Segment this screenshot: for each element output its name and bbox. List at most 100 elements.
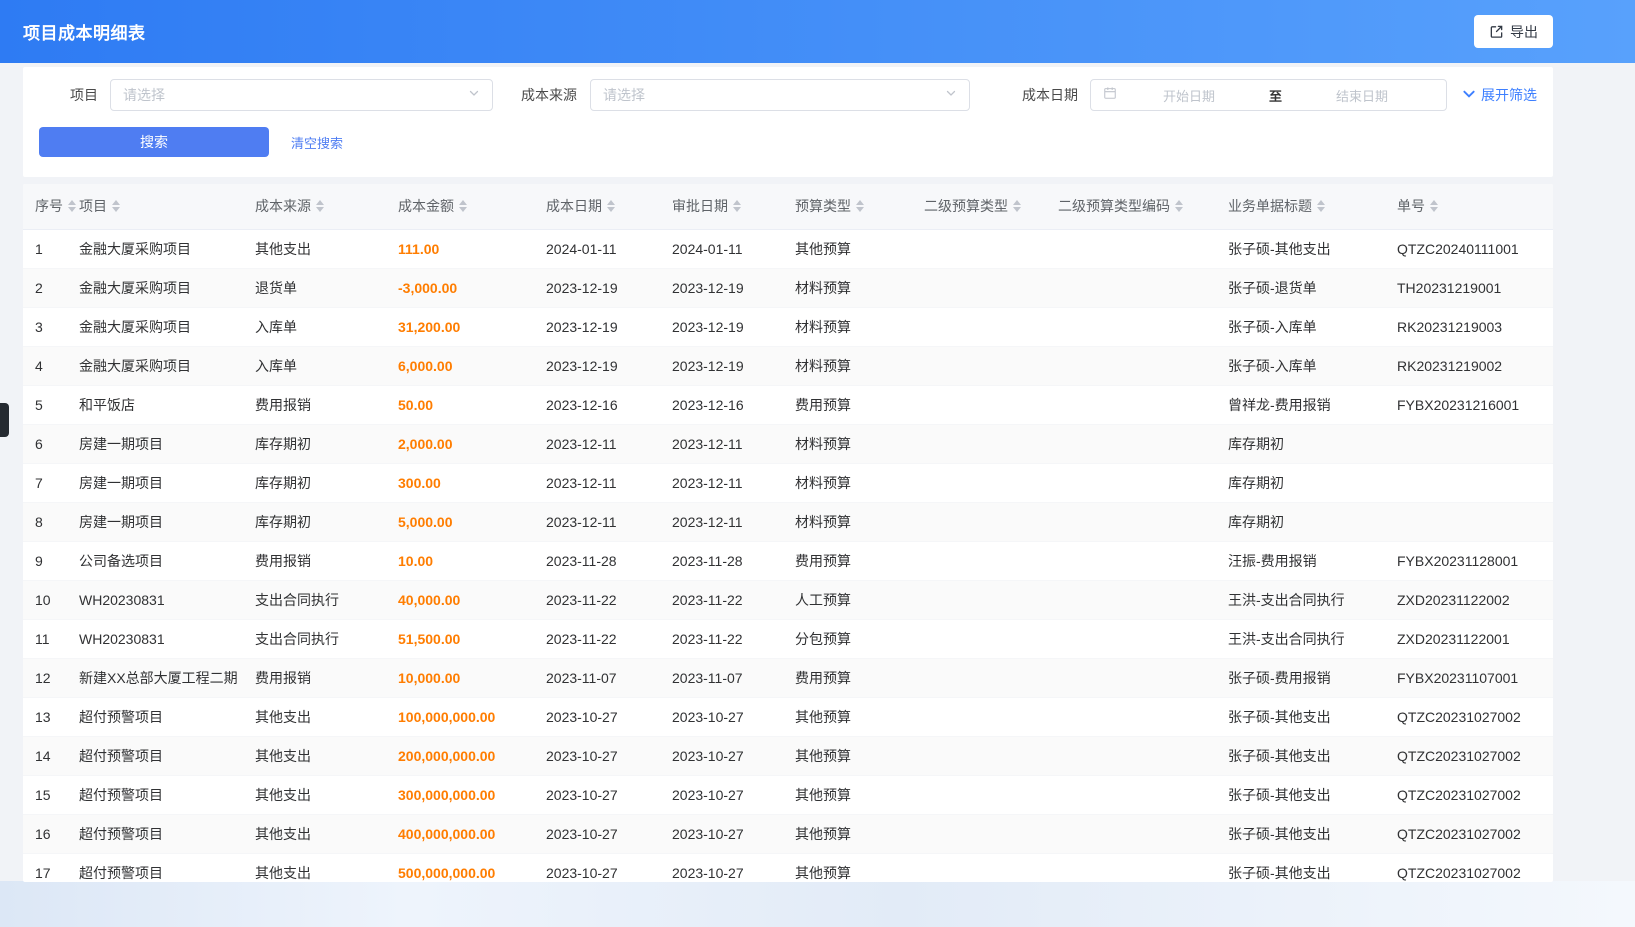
column-header[interactable]: 二级预算类型编码 — [1046, 184, 1216, 229]
table-cell: 库存期初 — [1216, 424, 1385, 463]
table-body: 1金融大厦采购项目其他支出111.002024-01-112024-01-11其… — [23, 229, 1553, 882]
table-cell: 2023-10-27 — [660, 775, 783, 814]
table-row: 17超付预警项目其他支出500,000,000.002023-10-272023… — [23, 853, 1553, 882]
column-header[interactable]: 序号 — [23, 184, 67, 229]
table-cell — [1046, 658, 1216, 697]
export-button[interactable]: 导出 — [1474, 15, 1553, 48]
column-header-label: 单号 — [1397, 196, 1425, 216]
table-cell: 费用预算 — [783, 385, 912, 424]
table-cell — [1046, 463, 1216, 502]
sort-icon[interactable] — [733, 200, 741, 212]
table-cell: 张子硕-其他支出 — [1216, 853, 1385, 882]
table-cell — [1046, 736, 1216, 775]
search-button[interactable]: 搜索 — [39, 127, 269, 157]
column-header[interactable]: 业务单据标题 — [1216, 184, 1385, 229]
amount-cell: 6,000.00 — [386, 346, 534, 385]
column-header[interactable]: 成本日期 — [534, 184, 660, 229]
table-cell: 2024-01-11 — [660, 229, 783, 268]
table-cell — [912, 346, 1046, 385]
sort-icon[interactable] — [1013, 200, 1021, 212]
table-cell: 张子硕-入库单 — [1216, 346, 1385, 385]
column-header-label: 二级预算类型 — [924, 196, 1008, 216]
amount-cell: 400,000,000.00 — [386, 814, 534, 853]
amount-cell: 300.00 — [386, 463, 534, 502]
sort-icon[interactable] — [1430, 200, 1438, 212]
table-cell: 2023-12-19 — [534, 307, 660, 346]
sort-icon[interactable] — [1317, 200, 1325, 212]
sort-icon[interactable] — [459, 200, 467, 212]
table-cell: 16 — [23, 814, 67, 853]
sort-icon[interactable] — [68, 200, 76, 212]
column-header[interactable]: 预算类型 — [783, 184, 912, 229]
column-header[interactable]: 项目 — [67, 184, 243, 229]
table-row: 6房建一期项目库存期初2,000.002023-12-112023-12-11材… — [23, 424, 1553, 463]
table-cell — [1046, 424, 1216, 463]
column-header-label: 预算类型 — [795, 196, 851, 216]
table-cell: FYBX20231216001 — [1385, 385, 1553, 424]
table-row: 4金融大厦采购项目入库单6,000.002023-12-192023-12-19… — [23, 346, 1553, 385]
sort-icon[interactable] — [1175, 200, 1183, 212]
cost-source-select-placeholder: 请选择 — [603, 85, 645, 105]
table-cell — [912, 385, 1046, 424]
table-row: 8房建一期项目库存期初5,000.002023-12-112023-12-11材… — [23, 502, 1553, 541]
cost-source-select[interactable]: 请选择 — [590, 79, 970, 111]
column-header[interactable]: 单号 — [1385, 184, 1553, 229]
table-cell: 库存期初 — [243, 463, 386, 502]
table-cell — [912, 268, 1046, 307]
column-header[interactable]: 二级预算类型 — [912, 184, 1046, 229]
table-cell: 材料预算 — [783, 346, 912, 385]
table-cell: 和平饭店 — [67, 385, 243, 424]
page-title: 项目成本明细表 — [23, 19, 146, 44]
sort-icon[interactable] — [112, 200, 120, 212]
table-cell: 入库单 — [243, 346, 386, 385]
table-cell — [1046, 775, 1216, 814]
expand-filters-link[interactable]: 展开筛选 — [1462, 85, 1537, 105]
table-cell: 2023-10-27 — [660, 736, 783, 775]
table-row: 12新建XX总部大厦工程二期费用报销10,000.002023-11-07202… — [23, 658, 1553, 697]
table-cell: 超付预警项目 — [67, 814, 243, 853]
table-cell: RK20231219003 — [1385, 307, 1553, 346]
table-head: 序号 项目 成本来源 成本金额 成本日期 审批日期 预算类型 — [23, 184, 1553, 229]
column-header[interactable]: 成本金额 — [386, 184, 534, 229]
table-cell — [912, 658, 1046, 697]
table-cell: 2023-11-22 — [534, 619, 660, 658]
sort-icon[interactable] — [856, 200, 864, 212]
column-header[interactable]: 成本来源 — [243, 184, 386, 229]
table-cell: 金融大厦采购项目 — [67, 307, 243, 346]
table-row: 10WH20230831支出合同执行40,000.002023-11-22202… — [23, 580, 1553, 619]
table-cell: 金融大厦采购项目 — [67, 268, 243, 307]
start-date-input[interactable]: 开始日期 — [1117, 86, 1261, 105]
end-date-input[interactable]: 结束日期 — [1290, 86, 1434, 105]
table-cell: 2023-10-27 — [534, 736, 660, 775]
table-cell: 库存期初 — [1216, 463, 1385, 502]
table-cell: 材料预算 — [783, 424, 912, 463]
table-cell: 2023-11-22 — [660, 619, 783, 658]
clear-search-link[interactable]: 清空搜索 — [291, 133, 343, 152]
table-row: 7房建一期项目库存期初300.002023-12-112023-12-11材料预… — [23, 463, 1553, 502]
table-cell — [1046, 268, 1216, 307]
table-cell — [1046, 502, 1216, 541]
table-cell: 费用预算 — [783, 658, 912, 697]
side-drawer-handle[interactable] — [0, 403, 9, 437]
content-area: 项目 请选择 成本来源 请选择 成本日期 — [23, 67, 1553, 882]
sort-icon[interactable] — [316, 200, 324, 212]
table-cell: 4 — [23, 346, 67, 385]
project-select[interactable]: 请选择 — [110, 79, 493, 111]
amount-cell: 111.00 — [386, 229, 534, 268]
table-cell: 其他预算 — [783, 736, 912, 775]
cost-date-range-picker[interactable]: 开始日期 至 结束日期 — [1090, 79, 1447, 111]
sort-icon[interactable] — [607, 200, 615, 212]
table-cell: FYBX20231128001 — [1385, 541, 1553, 580]
table-cell — [1046, 580, 1216, 619]
table-cell — [1046, 697, 1216, 736]
table-cell — [912, 736, 1046, 775]
table-cell: 2023-11-22 — [534, 580, 660, 619]
column-header-label: 项目 — [79, 196, 107, 216]
column-header[interactable]: 审批日期 — [660, 184, 783, 229]
amount-cell: 10.00 — [386, 541, 534, 580]
filter-row: 项目 请选择 成本来源 请选择 成本日期 — [39, 79, 1537, 111]
column-header-label: 成本来源 — [255, 196, 311, 216]
table-cell: 费用报销 — [243, 658, 386, 697]
table-cell: 支出合同执行 — [243, 580, 386, 619]
table-cell: FYBX20231107001 — [1385, 658, 1553, 697]
